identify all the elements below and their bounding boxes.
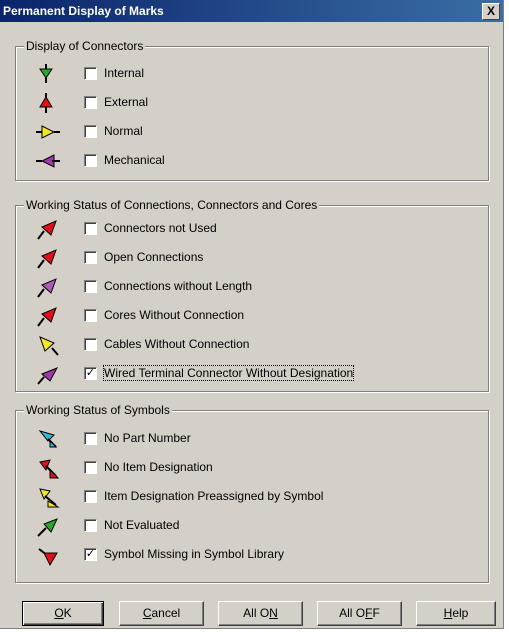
checkbox-label[interactable]: Connectors not Used <box>104 221 217 235</box>
ok-button[interactable]: OK <box>22 601 104 626</box>
group-working-status-symbols: Working Status of Symbols No Part Number… <box>15 403 489 583</box>
all-off-access-key: F <box>365 606 373 620</box>
checkbox-label[interactable]: Internal <box>104 66 144 80</box>
checkbox-label[interactable]: Cores Without Connection <box>104 308 244 322</box>
group-legend: Working Status of Symbols <box>24 403 172 417</box>
arrow-red-icon <box>38 548 58 567</box>
checkbox-label[interactable]: External <box>104 95 148 109</box>
pin-red-icon <box>37 220 57 240</box>
checkbox-cables-without-connection[interactable] <box>84 338 97 351</box>
all-on-access-key: N <box>269 606 278 620</box>
checkbox-wired-terminal-connector[interactable]: ✓ <box>84 367 97 380</box>
checkbox-normal[interactable] <box>84 125 97 138</box>
checkbox-label[interactable]: Not Evaluated <box>104 518 179 532</box>
all-on-button[interactable]: All ON <box>218 601 303 626</box>
arrow-cyan-icon <box>38 430 58 448</box>
checkbox-no-part-number[interactable] <box>84 432 97 445</box>
checkbox-not-evaluated[interactable] <box>84 519 97 532</box>
group-working-status-connections: Working Status of Connections, Connector… <box>15 198 489 392</box>
connector-internal-icon <box>39 64 53 83</box>
arrow-yellow-icon <box>39 488 60 508</box>
group-display-of-connectors: Display of Connectors Internal External <box>15 39 489 181</box>
permanent-display-dialog: Permanent Display of Marks X Display of … <box>0 0 504 629</box>
checkbox-mechanical[interactable] <box>84 154 97 167</box>
checkbox-item-designation-preassigned[interactable] <box>84 490 97 503</box>
checkbox-label[interactable]: Cables Without Connection <box>104 337 249 351</box>
dialog-title: Permanent Display of Marks <box>3 4 164 18</box>
checkbox-cores-without-connection[interactable] <box>84 309 97 322</box>
checkbox-no-item-designation[interactable] <box>84 461 97 474</box>
arrow-red-icon <box>39 459 60 479</box>
connector-normal-icon <box>36 125 60 139</box>
title-bar[interactable]: Permanent Display of Marks X <box>0 0 503 22</box>
checkbox-connections-without-length[interactable] <box>84 280 97 293</box>
close-button[interactable]: X <box>482 3 500 20</box>
all-off-button[interactable]: All OFF <box>317 601 402 626</box>
ok-access-key: O <box>54 606 64 620</box>
checkbox-label[interactable]: Connections without Length <box>104 279 252 293</box>
checkbox-label[interactable]: Mechanical <box>104 153 165 167</box>
pin-red-icon <box>37 249 57 269</box>
arrow-green-icon <box>37 518 58 537</box>
checkbox-label[interactable]: No Item Designation <box>104 460 213 474</box>
checkbox-external[interactable] <box>84 96 97 109</box>
help-button[interactable]: Help <box>416 601 496 626</box>
checkbox-internal[interactable] <box>84 67 97 80</box>
checkbox-connectors-not-used[interactable] <box>84 222 97 235</box>
group-legend: Working Status of Connections, Connector… <box>24 198 320 212</box>
cancel-button[interactable]: Cancel <box>119 601 204 626</box>
checkbox-symbol-missing[interactable]: ✓ <box>84 548 97 561</box>
checkbox-label[interactable]: Wired Terminal Connector Without Designa… <box>102 365 355 381</box>
pin-red-icon <box>37 307 57 327</box>
pin-purple-icon <box>37 367 59 385</box>
checkbox-label[interactable]: Normal <box>104 124 143 138</box>
checkbox-label[interactable]: Open Connections <box>104 250 203 264</box>
group-legend: Display of Connectors <box>24 39 146 53</box>
checkbox-open-connections[interactable] <box>84 251 97 264</box>
connector-mechanical-icon <box>36 154 60 168</box>
connector-external-icon <box>39 93 53 113</box>
checkbox-label[interactable]: No Part Number <box>104 431 191 445</box>
pin-yellow-icon <box>39 336 59 356</box>
checkbox-label[interactable]: Item Designation Preassigned by Symbol <box>104 489 323 503</box>
checkbox-label[interactable]: Symbol Missing in Symbol Library <box>104 547 284 561</box>
pin-purple-icon <box>37 278 57 298</box>
